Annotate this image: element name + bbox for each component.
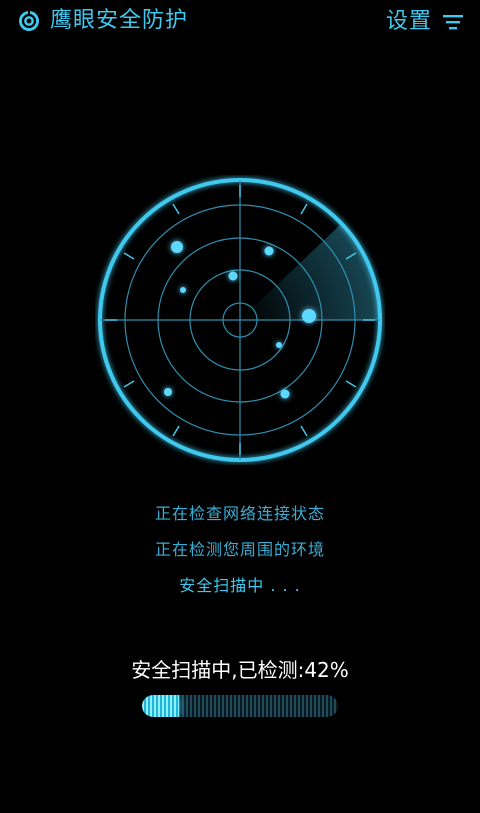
status-line-current: 安全扫描中 . . . — [179, 576, 301, 595]
radar-blip — [180, 287, 186, 293]
progress-bar — [142, 695, 338, 717]
settings-button[interactable]: 设置 — [386, 7, 464, 37]
settings-label: 设置 — [385, 9, 432, 34]
eye-shield-icon[interactable] — [18, 10, 40, 32]
radar-scan-icon — [98, 178, 382, 462]
radar-blip — [276, 342, 282, 348]
radar-blip — [264, 246, 274, 256]
status-line: 正在检测您周围的环境 — [154, 540, 325, 559]
radar-blip — [171, 241, 183, 253]
status-line: 正在检查网络连接状态 — [154, 504, 325, 523]
progress-bar-fill — [142, 695, 179, 717]
radar-sweep — [240, 225, 378, 320]
scan-status-list: 正在检查网络连接状态 正在检测您周围的环境 安全扫描中 . . . — [0, 496, 480, 604]
radar-blip — [164, 388, 172, 396]
radar-blip — [280, 389, 290, 399]
progress-label: 安全扫描中,已检测:42% — [131, 658, 349, 682]
radar-blip — [228, 271, 238, 281]
radar-blip — [302, 309, 316, 323]
top-bar: 鹰眼安全防护 设置 — [0, 0, 480, 46]
app-title: 鹰眼安全防护 — [50, 8, 189, 33]
filter-menu-icon — [443, 15, 463, 30]
